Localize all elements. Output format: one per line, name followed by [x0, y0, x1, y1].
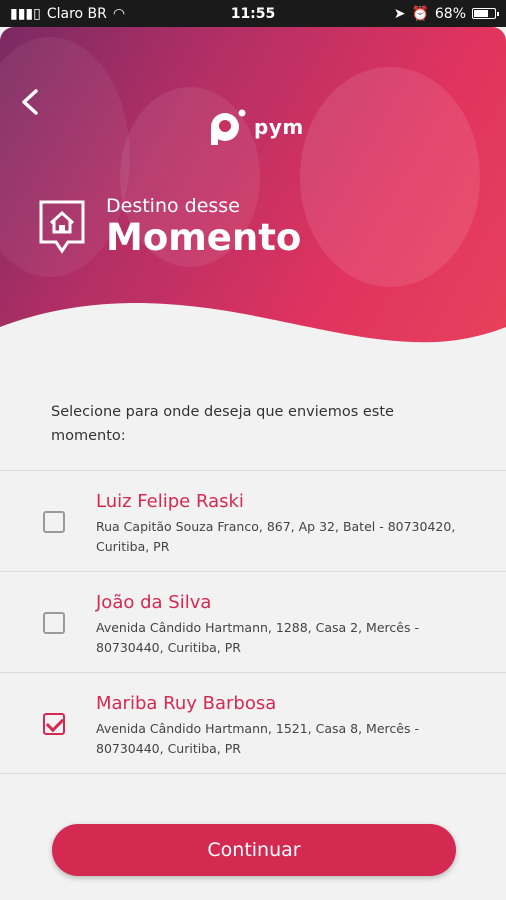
page-subtitle: Destino desse [106, 195, 240, 217]
recipient-checkbox[interactable] [43, 713, 65, 735]
recipient-name: Luiz Felipe Raski [96, 491, 244, 512]
page-title-block: Destino desse Momento [38, 195, 301, 259]
recipient-list: Luiz Felipe Raski Rua Capitão Souza Fran… [0, 470, 506, 833]
header-banner: pym Destino desse Momento [0, 27, 506, 347]
battery-percent: 68% [434, 5, 466, 22]
carrier-label: Claro BR [46, 5, 107, 22]
recipient-address: Rua Capitão Souza Franco, 867, Ap 32, Ba… [96, 519, 456, 554]
header-wave-divider [0, 303, 506, 347]
wifi-icon: ◠ [112, 5, 126, 22]
location-icon: ➤ [393, 5, 406, 22]
back-button[interactable] [14, 85, 48, 119]
recipient-name: Mariba Ruy Barbosa [96, 693, 277, 714]
continue-button[interactable]: Continuar [52, 824, 456, 876]
header-photo-decoration [300, 67, 480, 287]
recipient-row[interactable]: João da Silva Avenida Cândido Hartmann, … [0, 571, 506, 672]
chevron-left-icon [22, 89, 38, 115]
status-bar: ▮▮▮▯ Claro BR ◠ 11:55 ➤ ⏰ 68% [0, 0, 506, 27]
alarm-icon: ⏰ [411, 5, 429, 22]
logo-text: pym [254, 115, 304, 139]
signal-icon: ▮▮▮▯ [10, 5, 41, 22]
recipient-address: Avenida Cândido Hartmann, 1521, Casa 8, … [96, 721, 419, 756]
recipient-row[interactable]: Luiz Felipe Raski Rua Capitão Souza Fran… [0, 470, 506, 571]
battery-icon [472, 8, 499, 19]
recipient-checkbox[interactable] [43, 612, 65, 634]
instruction-text: Selecione para onde deseja que enviemos … [51, 404, 394, 444]
home-destination-icon [39, 200, 85, 254]
pym-logo-icon [211, 109, 246, 145]
recipient-row[interactable]: Mariba Ruy Barbosa Avenida Cândido Hartm… [0, 672, 506, 773]
recipient-address: Avenida Cândido Hartmann, 1288, Casa 2, … [96, 620, 419, 655]
page-title: Momento [106, 216, 302, 259]
recipient-name: João da Silva [96, 592, 212, 613]
app-logo: pym [208, 107, 304, 147]
recipient-checkbox[interactable] [43, 511, 65, 533]
